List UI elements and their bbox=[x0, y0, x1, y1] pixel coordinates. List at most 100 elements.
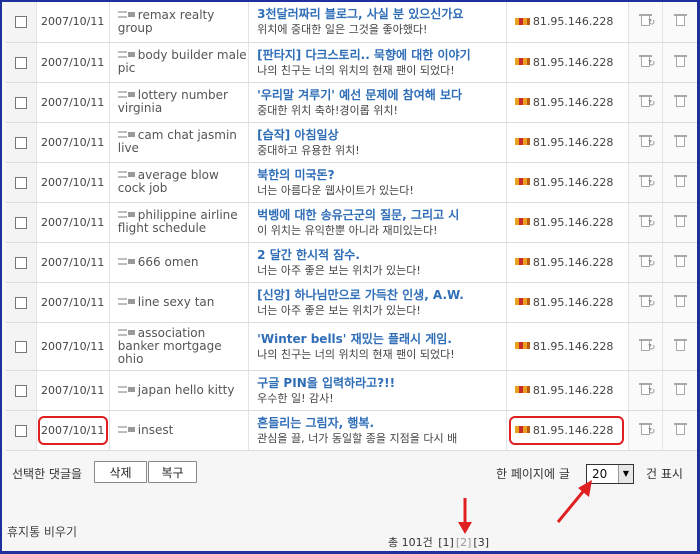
post-title-link[interactable]: 2 달간 한시적 잠수. bbox=[257, 247, 505, 263]
post-title-link[interactable]: 구글 PIN을 입력하라고?!! bbox=[257, 375, 505, 391]
table-row: 2007/10/11 remax realty group 3천달러짜리 블로그, … bbox=[6, 2, 697, 43]
empty-trash-link[interactable]: 휴지통 비우기 bbox=[7, 523, 77, 540]
post-title-link[interactable]: [판타지] 다크스토리.. 묵향에 대한 이야기 bbox=[257, 47, 505, 63]
author-icon bbox=[117, 425, 136, 433]
row-date-cell: 2007/10/11 bbox=[36, 122, 110, 163]
chevron-down-icon[interactable]: ▼ bbox=[618, 465, 633, 483]
page-link-2[interactable]: [2] bbox=[456, 536, 472, 549]
per-page-value: 20 bbox=[592, 467, 608, 481]
row-ip[interactable]: 81.95.146.228 bbox=[533, 216, 613, 229]
row-date: 2007/10/11 bbox=[40, 215, 105, 229]
row-delete-cell bbox=[662, 370, 697, 411]
row-restore-cell: ↻ bbox=[628, 162, 664, 203]
row-author-cell: insest bbox=[109, 410, 250, 451]
row-ip[interactable]: 81.95.146.228 bbox=[533, 96, 613, 109]
row-ip-cell: 81.95.146.228 bbox=[506, 410, 630, 451]
row-ip[interactable]: 81.95.146.228 bbox=[533, 424, 613, 437]
delete-button[interactable]: 삭제 bbox=[94, 461, 147, 483]
row-ip[interactable]: 81.95.146.228 bbox=[533, 340, 613, 353]
row-delete-cell bbox=[662, 42, 697, 83]
row-checkbox[interactable] bbox=[14, 340, 27, 353]
per-page-select[interactable]: 20 ▼ bbox=[586, 464, 634, 484]
restore-icon[interactable]: ↻ bbox=[639, 338, 655, 352]
table-row: 2007/10/11 body builder male pic [판타지] 다크스… bbox=[6, 42, 697, 83]
post-title-link[interactable]: '우리말 겨루기' 예선 문제에 참여해 보다 bbox=[257, 87, 505, 103]
post-title-link[interactable]: 'Winter bells' 재밌는 플래시 게임. bbox=[257, 331, 505, 347]
trash-icon[interactable] bbox=[674, 94, 688, 108]
restore-icon[interactable]: ↻ bbox=[639, 13, 655, 28]
post-title-link[interactable]: 북한의 미국돈? bbox=[257, 167, 505, 183]
comment-excerpt: 나의 친구는 너의 위치의 현재 팬이 되었다! bbox=[257, 63, 455, 77]
trash-icon[interactable] bbox=[674, 13, 688, 27]
comment-excerpt: 중대한 위치 축하!경이롭 위치! bbox=[257, 103, 398, 117]
row-checkbox-cell bbox=[6, 370, 37, 411]
row-checkbox[interactable] bbox=[14, 16, 27, 29]
row-checkbox[interactable] bbox=[14, 216, 27, 229]
row-author[interactable]: japan hello kitty bbox=[138, 383, 235, 397]
comment-excerpt: 너는 아주 좋은 보는 위치가 있는다! bbox=[257, 263, 421, 277]
post-title-link[interactable]: 흔들리는 그림자, 행복. bbox=[257, 415, 505, 431]
row-ip[interactable]: 81.95.146.228 bbox=[533, 15, 613, 28]
trash-icon[interactable] bbox=[674, 54, 688, 68]
trash-icon[interactable] bbox=[674, 134, 688, 148]
row-checkbox[interactable] bbox=[14, 256, 27, 269]
post-title-link[interactable]: [신앙] 하나님만으로 가득찬 인생, A.W. bbox=[257, 287, 505, 303]
post-title-link[interactable]: [습작] 아침일상 bbox=[257, 127, 505, 143]
row-restore-cell: ↻ bbox=[628, 82, 664, 123]
restore-icon[interactable]: ↻ bbox=[639, 174, 655, 188]
restore-icon[interactable]: ↻ bbox=[639, 382, 655, 396]
restore-icon[interactable]: ↻ bbox=[639, 214, 655, 228]
row-ip-cell: 81.95.146.228 bbox=[506, 122, 630, 163]
row-author[interactable]: line sexy tan bbox=[138, 295, 215, 309]
row-checkbox-cell bbox=[6, 2, 37, 43]
row-comment-cell: [판타지] 다크스토리.. 묵향에 대한 이야기 나의 친구는 너의 위치의 현재… bbox=[248, 42, 507, 83]
trash-icon[interactable] bbox=[674, 174, 688, 188]
trash-icon[interactable] bbox=[674, 294, 688, 308]
comment-excerpt: 이 위치는 유익한뿐 아니라 재미있는다! bbox=[257, 223, 438, 237]
restore-icon[interactable]: ↻ bbox=[639, 294, 655, 308]
trash-icon[interactable] bbox=[674, 382, 688, 396]
row-ip[interactable]: 81.95.146.228 bbox=[533, 296, 613, 309]
row-author-cell: association banker mortgage ohio bbox=[109, 322, 250, 371]
row-checkbox[interactable] bbox=[14, 296, 27, 309]
restore-icon[interactable]: ↻ bbox=[639, 254, 655, 268]
author-icon bbox=[117, 10, 136, 18]
restore-icon[interactable]: ↻ bbox=[639, 94, 655, 108]
row-checkbox[interactable] bbox=[14, 176, 27, 189]
row-checkbox[interactable] bbox=[14, 136, 27, 149]
restore-icon[interactable]: ↻ bbox=[639, 422, 655, 436]
row-checkbox[interactable] bbox=[14, 96, 27, 109]
row-ip[interactable]: 81.95.146.228 bbox=[533, 176, 613, 189]
restore-icon[interactable]: ↻ bbox=[639, 134, 655, 148]
row-checkbox[interactable] bbox=[14, 384, 27, 397]
author-icon bbox=[117, 328, 136, 336]
restore-button[interactable]: 복구 bbox=[148, 461, 197, 483]
post-title-link[interactable]: 3천달러짜리 블로그, 사실 분 있으신가요 bbox=[257, 6, 505, 22]
page-link-1[interactable]: [1] bbox=[438, 536, 454, 549]
row-author[interactable]: 666 omen bbox=[138, 255, 199, 269]
row-ip[interactable]: 81.95.146.228 bbox=[533, 256, 613, 269]
row-ip[interactable]: 81.95.146.228 bbox=[533, 56, 613, 69]
trash-icon[interactable] bbox=[674, 422, 688, 436]
comment-excerpt: 중대하고 유용한 위치! bbox=[257, 143, 360, 157]
row-author[interactable]: insest bbox=[138, 423, 174, 437]
restore-icon[interactable]: ↻ bbox=[639, 54, 655, 68]
row-ip[interactable]: 81.95.146.228 bbox=[533, 384, 613, 397]
row-date-cell: 2007/10/11 bbox=[36, 42, 110, 83]
table-row: 2007/10/11 philippine airline flight sche… bbox=[6, 202, 697, 243]
table-row: 2007/10/11 cam chat jasmin live [습작] 아침일상 중… bbox=[6, 122, 697, 163]
trash-icon[interactable] bbox=[674, 254, 688, 268]
row-delete-cell bbox=[662, 162, 697, 203]
screenshot-frame: 2007/10/11 remax realty group 3천달러짜리 블로그, … bbox=[0, 0, 700, 554]
row-restore-cell: ↻ bbox=[628, 202, 664, 243]
row-comment-cell: 흔들리는 그림자, 행복. 관심을 끌, 너가 동일할 종을 지점을 다시 배 bbox=[248, 410, 507, 451]
row-ip[interactable]: 81.95.146.228 bbox=[533, 136, 613, 149]
row-date: 2007/10/11 bbox=[40, 423, 105, 437]
row-checkbox[interactable] bbox=[14, 424, 27, 437]
row-checkbox[interactable] bbox=[14, 56, 27, 69]
page-link-3[interactable]: [3] bbox=[473, 536, 489, 549]
post-title-link[interactable]: 벅벵에 대한 송유근군의 질문, 그리고 시 bbox=[257, 207, 505, 223]
trash-icon[interactable] bbox=[674, 338, 688, 352]
row-author[interactable]: body builder male pic bbox=[118, 48, 247, 75]
trash-icon[interactable] bbox=[674, 214, 688, 228]
